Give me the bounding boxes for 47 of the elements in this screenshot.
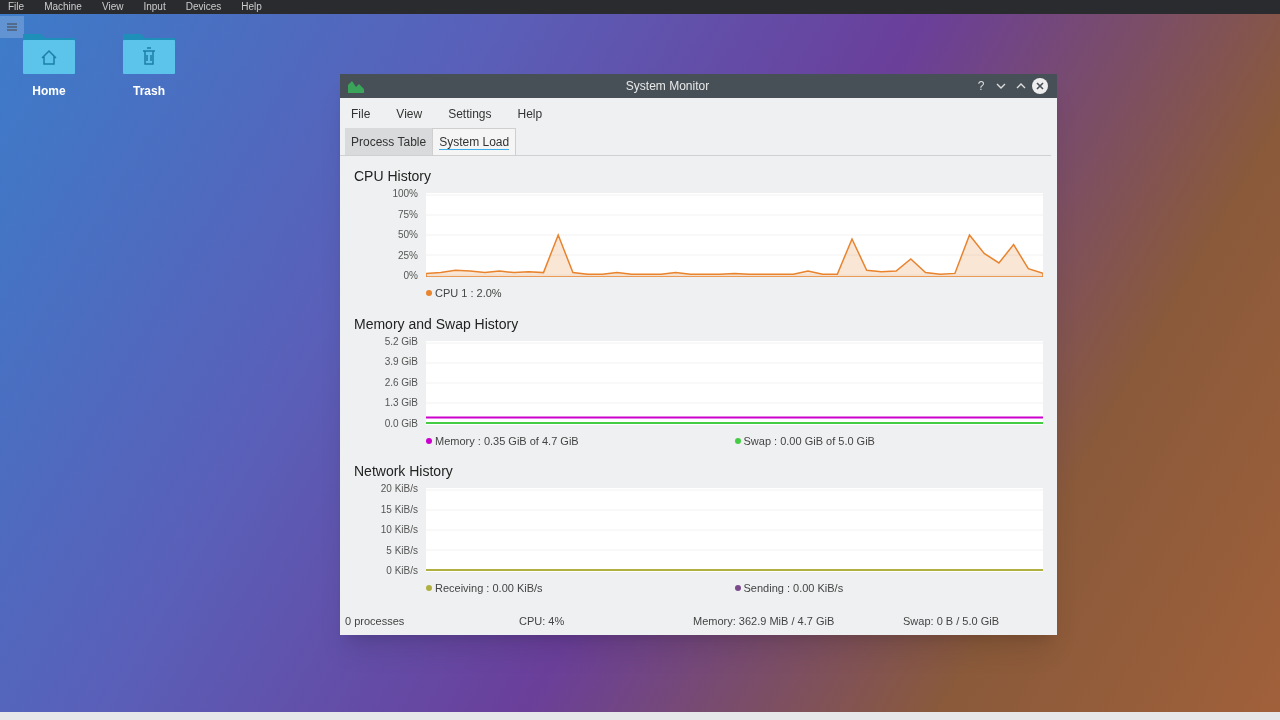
axis-tick-label: 10 KiB/s [379, 525, 418, 535]
close-icon[interactable] [1031, 77, 1049, 95]
legend-label: Sending : 0.00 KiB/s [743, 581, 844, 596]
status-text: Memory: 362.9 MiB / 4.7 GiB [693, 613, 836, 629]
status-text: CPU: 4% [519, 613, 566, 629]
axis-tick-label: 2.6 GiB [383, 377, 418, 388]
tab[interactable]: Process Table [345, 128, 433, 155]
section-title: CPU History [354, 167, 432, 186]
legend-label: CPU 1 : 2.0% [435, 286, 502, 301]
axis-tick-label: 100% [391, 189, 418, 199]
window-title: System Monitor [624, 78, 711, 95]
section-title: Memory and Swap History [354, 314, 520, 334]
axis-tick-label: 0.0 GiB [383, 418, 418, 429]
desktop-icon-label: Trash [133, 83, 165, 100]
menu-item[interactable]: Settings [440, 102, 500, 126]
section-title: Network History [354, 462, 454, 481]
menu-item[interactable]: Machine [44, 1, 82, 13]
menu-item[interactable]: File [8, 1, 25, 13]
menu-item[interactable]: Help [241, 1, 262, 13]
axis-tick-label: 0 KiB/s [385, 566, 418, 576]
legend-label: Memory : 0.35 GiB of 4.7 GiB [435, 433, 579, 449]
desktop-icon[interactable]: Trash [122, 30, 176, 100]
axis-tick-label: 5 KiB/s [385, 545, 418, 556]
axis-tick-label: 5.2 GiB [383, 336, 418, 347]
axis-tick-label: 0% [402, 271, 418, 281]
menu-item[interactable]: Help [509, 102, 551, 126]
menu-item[interactable]: View [101, 1, 124, 13]
desktop-icon[interactable]: Home [22, 30, 76, 100]
help-button[interactable]: ? [971, 77, 991, 95]
menu-item[interactable]: File [343, 102, 379, 126]
status-text: 0 processes [345, 613, 406, 629]
axis-tick-label: 20 KiB/s [379, 484, 418, 494]
menu-item[interactable]: Devices [185, 1, 222, 13]
legend-label: Receiving : 0.00 KiB/s [435, 581, 543, 596]
menu-item[interactable]: Input [143, 1, 166, 13]
axis-tick-label: 25% [397, 250, 418, 261]
axis-tick-label: 75% [397, 209, 418, 220]
axis-tick-label: 1.3 GiB [383, 398, 418, 408]
axis-tick-label: 50% [397, 230, 418, 240]
axis-tick-label: 3.9 GiB [383, 357, 418, 367]
status-text: Swap: 0 B / 5.0 GiB [903, 613, 999, 629]
menu-item[interactable]: View [388, 102, 431, 126]
tab[interactable]: System Load [432, 128, 517, 155]
desktop-icon-label: Home [32, 83, 66, 100]
legend-label: Swap : 0.00 GiB of 5.0 GiB [743, 433, 875, 449]
monitor-app-icon [348, 79, 364, 93]
axis-tick-label: 15 KiB/s [379, 504, 418, 515]
